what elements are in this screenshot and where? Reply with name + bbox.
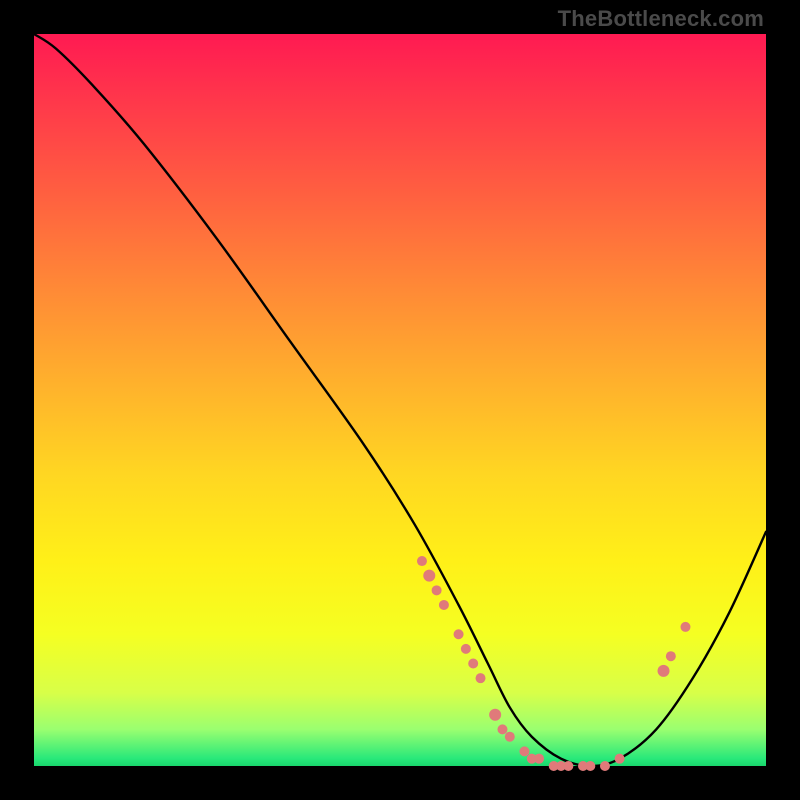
curve-marker — [600, 761, 610, 771]
curve-marker — [468, 659, 478, 669]
curve-marker — [454, 629, 464, 639]
curve-marker — [563, 761, 573, 771]
curve-marker — [658, 665, 670, 677]
curve-marker — [461, 644, 471, 654]
curve-marker — [505, 732, 515, 742]
curve-layer — [34, 34, 766, 766]
curve-markers — [417, 556, 691, 771]
curve-marker — [497, 724, 507, 734]
curve-marker — [666, 651, 676, 661]
chart-frame: TheBottleneck.com — [0, 0, 800, 800]
curve-marker — [519, 746, 529, 756]
curve-marker — [417, 556, 427, 566]
watermark-text: TheBottleneck.com — [558, 6, 764, 32]
plot-area — [34, 34, 766, 766]
curve-marker — [585, 761, 595, 771]
curve-marker — [439, 600, 449, 610]
curve-marker — [534, 754, 544, 764]
curve-marker — [432, 585, 442, 595]
curve-marker — [489, 709, 501, 721]
curve-marker — [615, 754, 625, 764]
curve-marker — [423, 570, 435, 582]
bottleneck-curve — [34, 34, 766, 766]
curve-marker — [476, 673, 486, 683]
curve-marker — [680, 622, 690, 632]
